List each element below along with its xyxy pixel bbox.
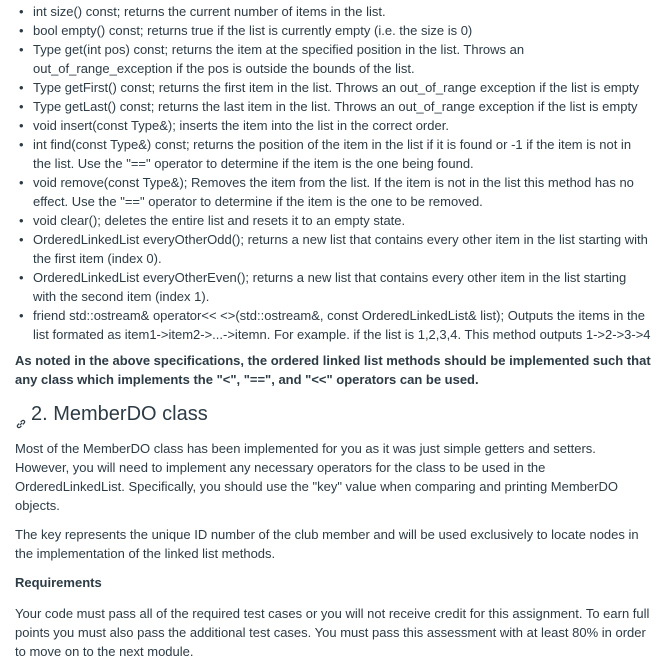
link-icon[interactable] — [15, 411, 27, 429]
list-item: OrderedLinkedList everyOtherOdd(); retur… — [15, 230, 652, 268]
content: int size() const; returns the current nu… — [0, 0, 664, 661]
paragraph: The key represents the unique ID number … — [15, 527, 639, 561]
list-item: bool empty() const; returns true if the … — [15, 21, 652, 40]
list-item: OrderedLinkedList everyOtherEven(); retu… — [15, 268, 652, 306]
requirements-text: Your code must pass all of the required … — [15, 606, 650, 659]
implementation-note: As noted in the above specifications, th… — [15, 353, 651, 387]
section-title: 2. MemberDO class — [31, 403, 208, 425]
requirements-heading: Requirements — [15, 575, 102, 590]
list-item: Type getLast() const; returns the last i… — [15, 97, 652, 116]
list-item: void clear(); deletes the entire list an… — [15, 211, 652, 230]
list-item: int size() const; returns the current nu… — [15, 2, 652, 21]
list-item: friend std::ostream& operator<< <>(std::… — [15, 306, 652, 344]
paragraph: Most of the MemberDO class has been impl… — [15, 441, 618, 513]
list-item: Type get(int pos) const; returns the ite… — [15, 40, 652, 78]
list-item: void insert(const Type&); inserts the it… — [15, 116, 652, 135]
section-heading: 2. MemberDO class — [15, 401, 652, 429]
list-item: int find(const Type&) const; returns the… — [15, 135, 652, 173]
list-item: Type getFirst() const; returns the first… — [15, 78, 652, 97]
method-list: int size() const; returns the current nu… — [15, 2, 652, 344]
list-item: void remove(const Type&); Removes the it… — [15, 173, 652, 211]
